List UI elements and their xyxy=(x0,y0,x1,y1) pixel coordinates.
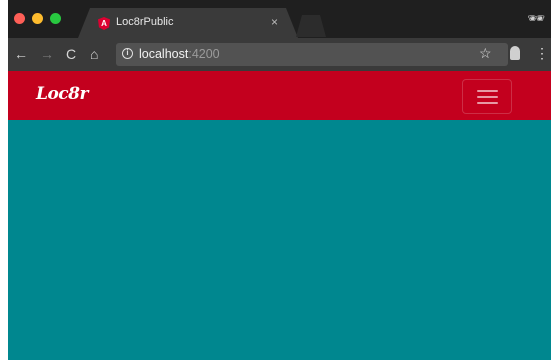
tab-close-icon[interactable]: × xyxy=(271,15,278,29)
page-content xyxy=(8,120,551,360)
hamburger-bar xyxy=(477,96,498,98)
site-info-icon[interactable]: i xyxy=(122,48,133,59)
tab-loc8rpublic[interactable]: A Loc8rPublic × xyxy=(78,8,298,38)
browser-menu-icon[interactable]: ⋮ xyxy=(535,45,549,62)
home-icon[interactable]: ⌂ xyxy=(90,44,98,64)
tab-strip: A Loc8rPublic × 🕶 xyxy=(8,0,551,38)
window-minimize-button[interactable] xyxy=(32,13,43,24)
forward-arrow-icon[interactable]: → xyxy=(40,44,54,64)
url-host: localhost xyxy=(139,47,189,61)
hamburger-bar xyxy=(477,90,498,92)
incognito-icon: 🕶 xyxy=(527,10,545,26)
browser-toolbar: ← → C ⌂ i localhost:4200 ☆ ⋮ xyxy=(8,38,551,71)
url-text[interactable]: localhost:4200 xyxy=(139,47,220,61)
hamburger-bar xyxy=(477,102,498,104)
angular-favicon-icon: A xyxy=(98,17,110,30)
brand-logo[interactable]: Loc8r xyxy=(36,84,88,104)
back-arrow-icon[interactable]: ← xyxy=(14,44,28,64)
navbar-toggle-button[interactable] xyxy=(462,79,512,114)
extension-icon[interactable] xyxy=(510,46,520,60)
window-maximize-button[interactable] xyxy=(50,13,61,24)
new-tab-button[interactable] xyxy=(296,15,326,37)
window-close-button[interactable] xyxy=(14,13,25,24)
bookmark-star-icon[interactable]: ☆ xyxy=(479,45,492,62)
favicon-letter: A xyxy=(101,18,107,28)
address-bar[interactable]: i localhost:4200 xyxy=(116,43,508,66)
reload-icon[interactable]: C xyxy=(66,44,76,64)
browser-window: A Loc8rPublic × 🕶 ← → C ⌂ i localhost:42… xyxy=(8,0,551,360)
url-port: :4200 xyxy=(188,47,220,61)
app-navbar: Loc8r xyxy=(8,71,551,120)
tab-title: Loc8rPublic xyxy=(116,16,174,28)
